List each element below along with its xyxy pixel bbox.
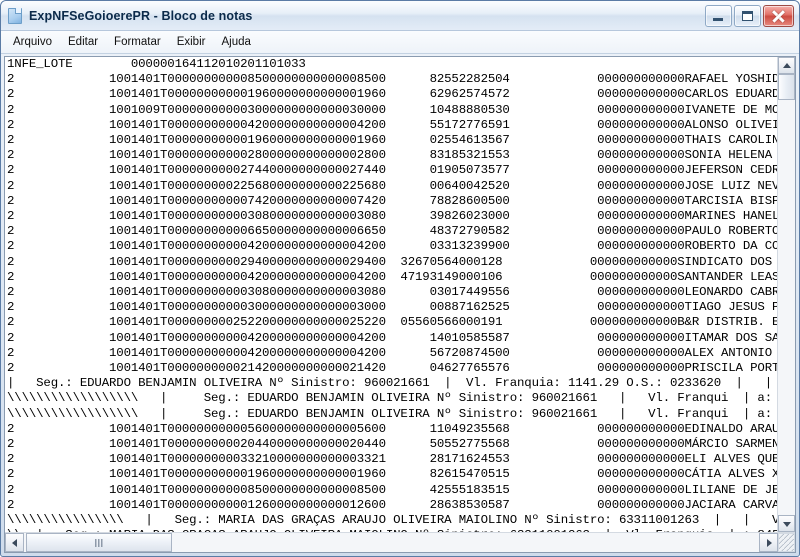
title-bar[interactable]: ExpNFSeGoioerePR - Bloco de notas bbox=[1, 1, 799, 31]
menu-item-ajuda[interactable]: Ajuda bbox=[213, 34, 258, 51]
window-resize-grip[interactable] bbox=[778, 533, 795, 552]
horizontal-scrollbar[interactable] bbox=[5, 532, 795, 552]
vertical-scroll-thumb[interactable] bbox=[778, 74, 795, 100]
close-button[interactable] bbox=[763, 4, 794, 27]
menu-item-arquivo[interactable]: Arquivo bbox=[5, 34, 60, 51]
maximize-button[interactable] bbox=[734, 4, 761, 27]
scroll-up-arrow[interactable] bbox=[778, 57, 795, 74]
menu-item-formatar[interactable]: Formatar bbox=[106, 34, 169, 51]
text-editor[interactable]: 1NFE_LOTE 000000164112010201101033 2 100… bbox=[5, 57, 777, 532]
scroll-right-arrow[interactable] bbox=[759, 533, 778, 552]
editor-frame: 1NFE_LOTE 000000164112010201101033 2 100… bbox=[4, 56, 796, 553]
menu-item-editar[interactable]: Editar bbox=[60, 34, 106, 51]
window-title: ExpNFSeGoioerePR - Bloco de notas bbox=[29, 8, 253, 23]
horizontal-scroll-thumb[interactable] bbox=[26, 533, 172, 552]
window-controls bbox=[705, 4, 796, 27]
scroll-down-arrow[interactable] bbox=[778, 515, 795, 532]
menu-bar: Arquivo Editar Formatar Exibir Ajuda bbox=[1, 31, 799, 54]
scroll-left-arrow[interactable] bbox=[5, 533, 24, 552]
horizontal-scroll-track[interactable] bbox=[24, 533, 759, 552]
scroll-thumb-grip bbox=[95, 538, 103, 547]
editor-content[interactable]: 1NFE_LOTE 000000164112010201101033 2 100… bbox=[7, 57, 777, 532]
notepad-document-icon bbox=[7, 7, 23, 24]
vertical-scrollbar[interactable] bbox=[777, 57, 795, 532]
minimize-button[interactable] bbox=[705, 4, 732, 27]
notepad-window: ExpNFSeGoioerePR - Bloco de notas Arquiv… bbox=[0, 0, 800, 557]
vertical-scroll-track[interactable] bbox=[778, 74, 795, 515]
client-area: 1NFE_LOTE 000000164112010201101033 2 100… bbox=[1, 54, 799, 556]
menu-item-exibir[interactable]: Exibir bbox=[169, 34, 214, 51]
